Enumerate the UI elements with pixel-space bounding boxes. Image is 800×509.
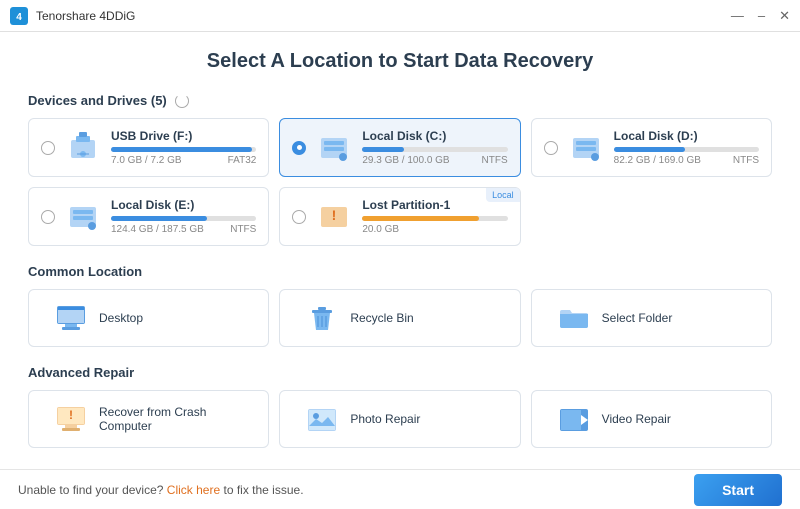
crash-label: Recover from Crash Computer [99,405,254,433]
svg-text:!: ! [332,207,337,223]
drive-name-local-e: Local Disk (E:) [111,198,256,212]
location-card-desktop[interactable]: Desktop [28,289,269,347]
drive-card-local-d[interactable]: Local Disk (D:) 82.2 GB / 169.0 GB NTFS [531,118,772,177]
usb-drive-icon [65,130,101,166]
drive-meta-lost-partition: 20.0 GB [362,224,507,235]
drive-radio-local-d[interactable] [544,141,558,155]
advanced-repair-header: Advanced Repair [28,365,772,380]
maximize-button[interactable]: – [758,9,765,22]
footer-link[interactable]: Click here [167,483,220,497]
drive-meta-local-c: 29.3 GB / 100.0 GB NTFS [362,155,507,166]
footer: Unable to find your device? Click here t… [0,469,800,509]
drives-grid: USB Drive (F:) 7.0 GB / 7.2 GB FAT32 L [28,118,772,246]
app-logo-icon: 4 [10,7,28,25]
title-bar: 4 Tenorshare 4DDiG — – ✕ [0,0,800,32]
drive-info-local-e: Local Disk (E:) 124.4 GB / 187.5 GB NTFS [111,198,256,235]
devices-section-header: Devices and Drives (5) [28,93,772,108]
refresh-icon[interactable] [175,94,189,108]
title-bar-left: 4 Tenorshare 4DDiG [10,7,135,25]
start-button[interactable]: Start [694,474,782,506]
app-title: Tenorshare 4DDiG [36,9,135,23]
video-repair-icon [556,401,592,437]
drive-meta-local-e: 124.4 GB / 187.5 GB NTFS [111,224,256,235]
drive-name-local-d: Local Disk (D:) [614,129,759,143]
local-disk-e-icon [65,199,101,235]
svg-text:!: ! [69,408,73,422]
local-disk-c-icon [316,130,352,166]
drive-meta-local-d: 82.2 GB / 169.0 GB NTFS [614,155,759,166]
progress-fill-local-e [111,216,207,221]
common-location-label: Common Location [28,264,142,279]
recycle-bin-label: Recycle Bin [350,311,413,325]
close-button[interactable]: ✕ [779,9,790,22]
drive-info-local-c: Local Disk (C:) 29.3 GB / 100.0 GB NTFS [362,129,507,166]
advanced-repair-label: Advanced Repair [28,365,134,380]
svg-text:4: 4 [16,12,22,23]
location-card-crash[interactable]: ! Recover from Crash Computer [28,390,269,448]
photo-label: Photo Repair [350,412,420,426]
progress-bg-local-d [614,147,759,152]
main-content: Select A Location to Start Data Recovery… [0,32,800,469]
drive-card-usb-f[interactable]: USB Drive (F:) 7.0 GB / 7.2 GB FAT32 [28,118,269,177]
desktop-icon [53,300,89,336]
progress-fill-lost-partition [362,216,478,221]
drive-info-local-d: Local Disk (D:) 82.2 GB / 169.0 GB NTFS [614,129,759,166]
drive-radio-lost-partition[interactable] [292,210,306,224]
drive-card-local-e[interactable]: Local Disk (E:) 124.4 GB / 187.5 GB NTFS [28,187,269,246]
location-card-select-folder[interactable]: Select Folder [531,289,772,347]
drive-radio-usb-f[interactable] [41,141,55,155]
local-disk-d-icon [568,130,604,166]
location-card-photo[interactable]: Photo Repair [279,390,520,448]
footer-suffix: to fix the issue. [223,483,303,497]
minimize-button[interactable]: — [731,9,744,22]
advanced-repair-grid: ! Recover from Crash Computer Photo Repa… [28,390,772,448]
video-label: Video Repair [602,412,671,426]
footer-text: Unable to find your device? [18,483,163,497]
drive-radio-local-c[interactable] [292,141,306,155]
progress-bg-lost-partition [362,216,507,221]
local-badge: Local [486,188,520,202]
select-folder-label: Select Folder [602,311,673,325]
common-location-header: Common Location [28,264,772,279]
lost-partition-icon: ! [316,199,352,235]
progress-fill-local-c [362,147,404,152]
drive-meta-usb-f: 7.0 GB / 7.2 GB FAT32 [111,155,256,166]
drive-name-local-c: Local Disk (C:) [362,129,507,143]
window-controls: — – ✕ [731,9,790,22]
photo-repair-icon [304,401,340,437]
drive-info-lost-partition: Lost Partition-1 20.0 GB [362,198,507,235]
drive-info-usb-f: USB Drive (F:) 7.0 GB / 7.2 GB FAT32 [111,129,256,166]
drive-card-local-c[interactable]: Local Disk (C:) 29.3 GB / 100.0 GB NTFS [279,118,520,177]
footer-message: Unable to find your device? Click here t… [18,483,304,497]
location-card-video[interactable]: Video Repair [531,390,772,448]
recycle-bin-icon [304,300,340,336]
devices-label: Devices and Drives (5) [28,93,167,108]
progress-bg-usb-f [111,147,256,152]
drive-card-lost-partition[interactable]: Local ! Lost Partition-1 20.0 GB [279,187,520,246]
folder-icon [556,300,592,336]
drive-name-usb-f: USB Drive (F:) [111,129,256,143]
location-card-recycle-bin[interactable]: Recycle Bin [279,289,520,347]
desktop-label: Desktop [99,311,143,325]
devices-count: (5) [151,93,167,108]
page-title: Select A Location to Start Data Recovery [28,50,772,73]
progress-fill-usb-f [111,147,252,152]
crash-computer-icon: ! [53,401,89,437]
progress-bg-local-e [111,216,256,221]
common-location-grid: Desktop Recycle Bin Select Folder [28,289,772,347]
progress-bg-local-c [362,147,507,152]
progress-fill-local-d [614,147,685,152]
drive-radio-local-e[interactable] [41,210,55,224]
